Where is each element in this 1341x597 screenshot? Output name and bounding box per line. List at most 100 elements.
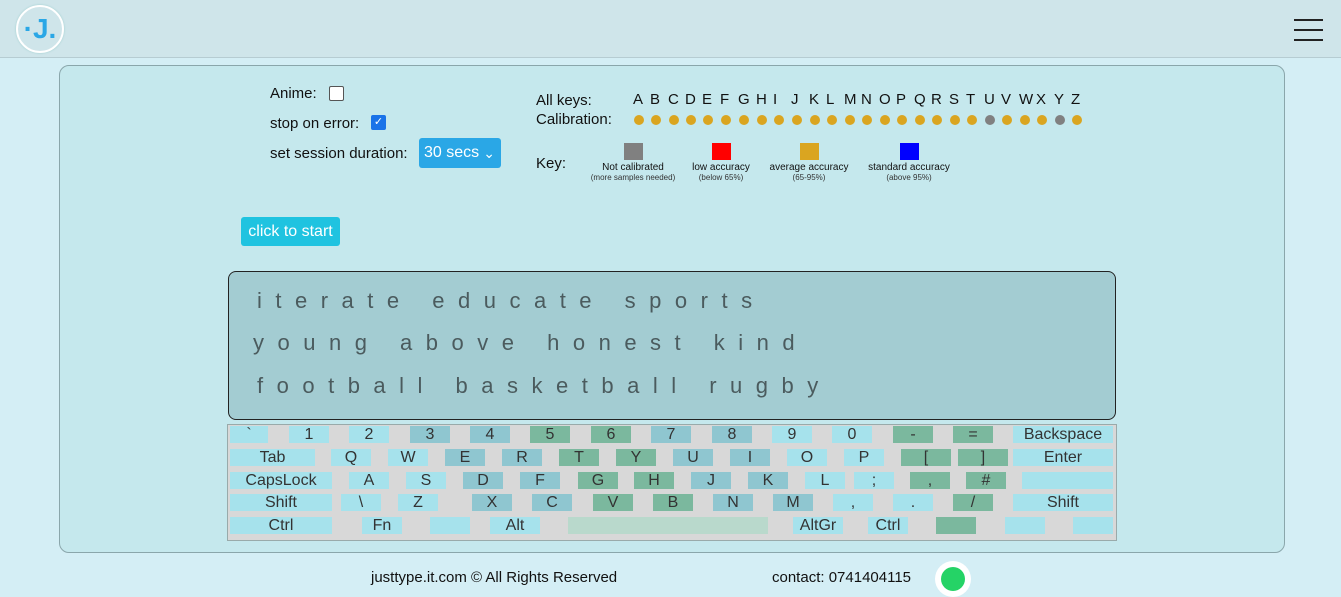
- key-q[interactable]: Q: [331, 449, 371, 466]
- calibration-letter: Y: [1054, 91, 1065, 108]
- legend-label: Not calibrated: [602, 162, 664, 173]
- calibration-letter: I: [773, 91, 778, 108]
- key-[interactable]: ;: [854, 472, 894, 489]
- calibration-letter: L: [826, 91, 835, 108]
- key-t[interactable]: T: [559, 449, 599, 466]
- key-[interactable]: -: [893, 426, 933, 443]
- calibration-letter: F: [720, 91, 730, 108]
- key-n[interactable]: N: [713, 494, 753, 511]
- legend-sublabel: (65-95%): [792, 173, 826, 182]
- key-h[interactable]: H: [634, 472, 674, 489]
- key-ctrl[interactable]: Ctrl: [868, 517, 908, 534]
- calibration-dot: [703, 115, 713, 125]
- hamburger-menu-icon[interactable]: [1294, 19, 1323, 43]
- key-[interactable]: \: [341, 494, 381, 511]
- key-[interactable]: ]: [958, 449, 1008, 466]
- key-8[interactable]: 8: [712, 426, 752, 443]
- key-c[interactable]: C: [532, 494, 572, 511]
- key-y[interactable]: Y: [616, 449, 656, 466]
- key-fn[interactable]: Fn: [362, 517, 402, 534]
- calibration-dot: [651, 115, 661, 125]
- footer-copyright: justtype.it.com © All Rights Reserved: [371, 569, 618, 586]
- anime-checkbox[interactable]: [329, 86, 344, 101]
- stop-on-error-checkbox[interactable]: ✓: [371, 115, 386, 130]
- calibration-dot: [1055, 115, 1065, 125]
- key-o[interactable]: O: [787, 449, 827, 466]
- key-shift[interactable]: Shift: [230, 494, 332, 511]
- key-5[interactable]: 5: [530, 426, 570, 443]
- calibration-dot: [862, 115, 872, 125]
- key-w[interactable]: W: [388, 449, 428, 466]
- key-[interactable]: =: [953, 426, 993, 443]
- key-i[interactable]: I: [730, 449, 770, 466]
- key-[interactable]: `: [230, 426, 268, 443]
- legend-title: Key:: [536, 155, 567, 172]
- key-e[interactable]: E: [445, 449, 485, 466]
- key-s[interactable]: S: [406, 472, 446, 489]
- key-a[interactable]: A: [349, 472, 389, 489]
- key[interactable]: [430, 517, 470, 534]
- key-j[interactable]: J: [691, 472, 731, 489]
- key-tab[interactable]: Tab: [230, 449, 315, 466]
- key-z[interactable]: Z: [398, 494, 438, 511]
- key-m[interactable]: M: [773, 494, 813, 511]
- key[interactable]: [1073, 517, 1113, 534]
- key-p[interactable]: P: [844, 449, 884, 466]
- key-altgr[interactable]: AltGr: [793, 517, 843, 534]
- key-9[interactable]: 9: [772, 426, 812, 443]
- key-x[interactable]: X: [472, 494, 512, 511]
- key-backspace[interactable]: Backspace: [1013, 426, 1113, 443]
- key[interactable]: [1022, 472, 1113, 489]
- legend-swatch: [799, 143, 819, 160]
- key-b[interactable]: B: [653, 494, 693, 511]
- session-duration-select[interactable]: 30 secs ⌄: [419, 138, 501, 168]
- key-3[interactable]: 3: [410, 426, 450, 443]
- whatsapp-icon[interactable]: [935, 561, 971, 597]
- typing-text-box[interactable]: iterate educate sports young above hones…: [228, 271, 1116, 420]
- key-g[interactable]: G: [578, 472, 618, 489]
- calibration-letter: M: [844, 91, 857, 108]
- key[interactable]: [936, 517, 976, 534]
- calibration-dot: [1002, 115, 1012, 125]
- key-[interactable]: #: [966, 472, 1006, 489]
- key-d[interactable]: D: [463, 472, 503, 489]
- key-shift[interactable]: Shift: [1013, 494, 1113, 511]
- text-line: young above honest kind: [253, 330, 809, 355]
- key-[interactable]: .: [893, 494, 933, 511]
- key-[interactable]: [: [901, 449, 951, 466]
- start-button[interactable]: click to start: [241, 217, 340, 246]
- key-[interactable]: ,: [833, 494, 873, 511]
- key[interactable]: [1005, 517, 1045, 534]
- key-7[interactable]: 7: [651, 426, 691, 443]
- legend-item: Not calibrated (more samples needed): [586, 143, 680, 182]
- key-0[interactable]: 0: [832, 426, 872, 443]
- top-bar: ·J.: [0, 0, 1341, 58]
- calibration-dot: [880, 115, 890, 125]
- key-capslock[interactable]: CapsLock: [230, 472, 332, 489]
- key-ctrl[interactable]: Ctrl: [230, 517, 332, 534]
- key-4[interactable]: 4: [470, 426, 510, 443]
- key-alt[interactable]: Alt: [490, 517, 540, 534]
- calibration-letter: D: [685, 91, 696, 108]
- session-duration-value: 30 secs: [424, 144, 480, 161]
- key-v[interactable]: V: [593, 494, 633, 511]
- logo[interactable]: ·J.: [16, 5, 64, 53]
- calibration-dot: [757, 115, 767, 125]
- key-[interactable]: /: [953, 494, 993, 511]
- legend-sublabel: (more samples needed): [590, 173, 676, 182]
- key-[interactable]: ,: [910, 472, 950, 489]
- key-k[interactable]: K: [748, 472, 788, 489]
- key-f[interactable]: F: [520, 472, 560, 489]
- session-duration-label: set session duration:: [270, 145, 408, 162]
- key-2[interactable]: 2: [349, 426, 389, 443]
- key-u[interactable]: U: [673, 449, 713, 466]
- all-keys-label: All keys:: [536, 92, 592, 109]
- key-l[interactable]: L: [805, 472, 845, 489]
- key-enter[interactable]: Enter: [1013, 449, 1113, 466]
- key-6[interactable]: 6: [591, 426, 631, 443]
- key-1[interactable]: 1: [289, 426, 329, 443]
- calibration-letter: C: [668, 91, 679, 108]
- key-r[interactable]: R: [502, 449, 542, 466]
- space-key[interactable]: [568, 517, 768, 534]
- calibration-letter: V: [1001, 91, 1012, 108]
